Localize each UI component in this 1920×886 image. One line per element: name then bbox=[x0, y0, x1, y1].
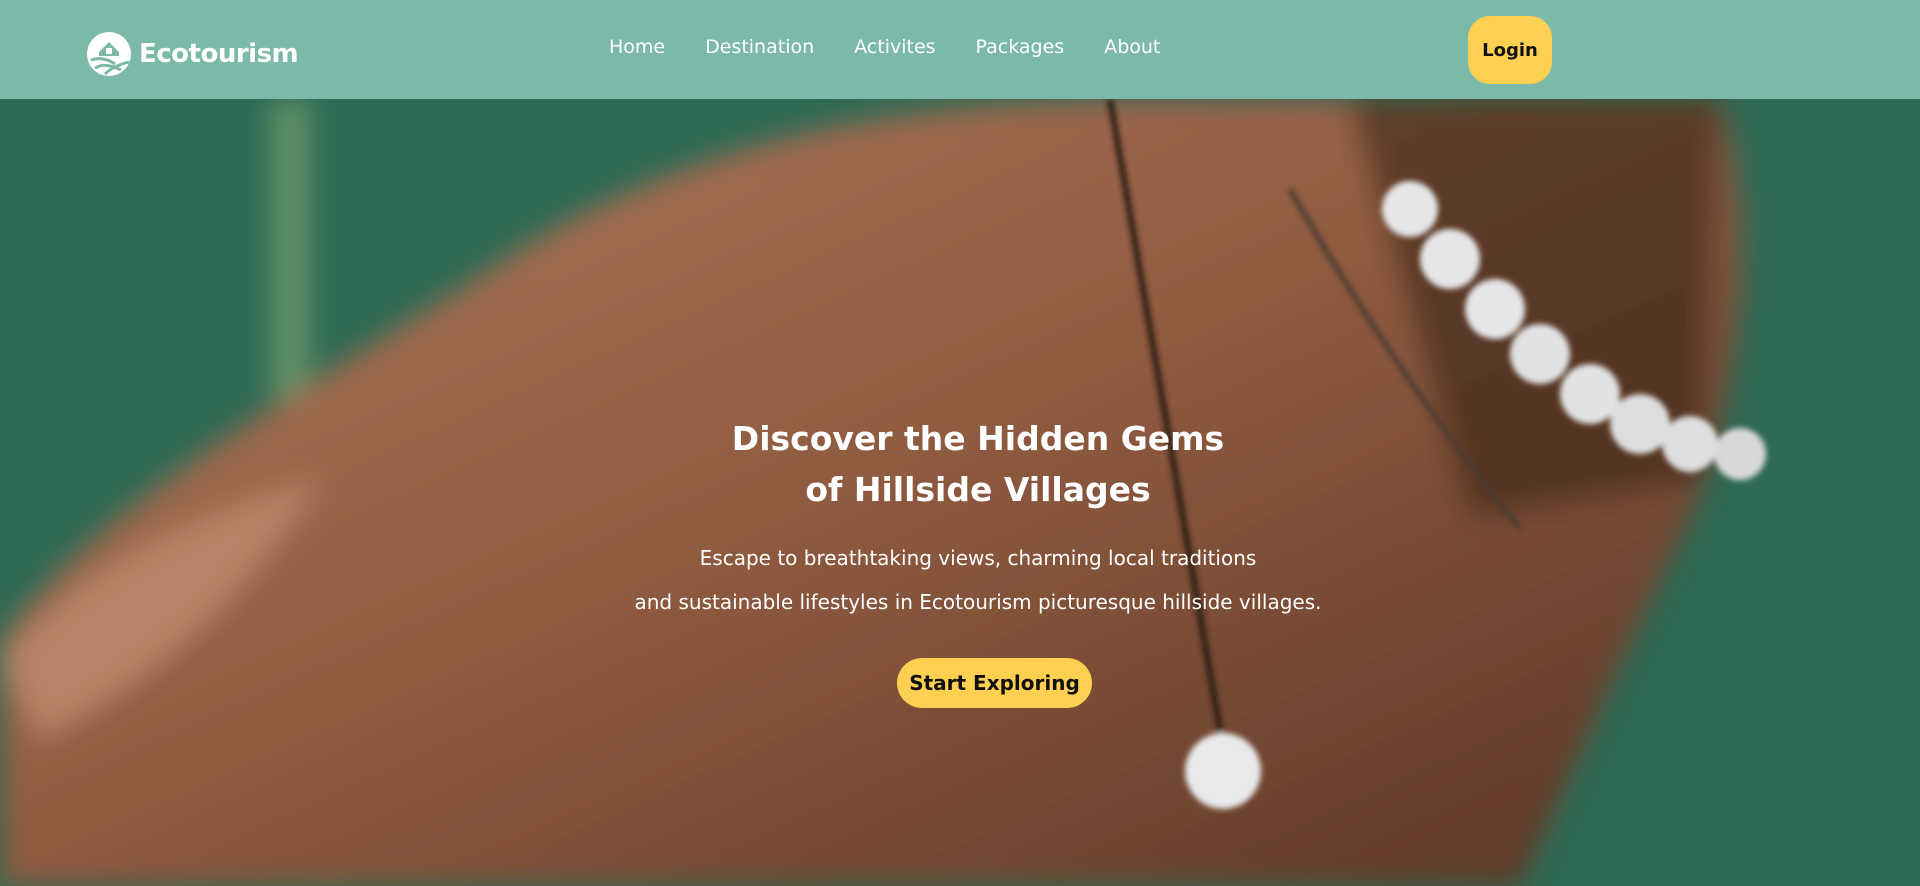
start-exploring-button[interactable]: Start Exploring bbox=[897, 658, 1092, 708]
hero-content: Discover the Hidden Gems of Hillside Vil… bbox=[0, 99, 1920, 886]
hero-title-line-2: of Hillside Villages bbox=[805, 470, 1151, 509]
brand-logo[interactable]: Ecotourism bbox=[85, 30, 299, 78]
hero-subtitle-line-1: Escape to breathtaking views, charming l… bbox=[699, 546, 1257, 570]
nav-activities[interactable]: Activites bbox=[854, 36, 935, 58]
nav-about[interactable]: About bbox=[1104, 36, 1160, 58]
hero-section: Discover the Hidden Gems of Hillside Vil… bbox=[0, 99, 1920, 886]
hero-subtitle: Escape to breathtaking views, charming l… bbox=[460, 536, 1496, 624]
top-navbar: Ecotourism Home Destination Activites Pa… bbox=[0, 0, 1920, 99]
farmhouse-leaf-icon bbox=[87, 32, 131, 76]
brand-name: Ecotourism bbox=[139, 39, 299, 69]
nav-home[interactable]: Home bbox=[609, 36, 665, 58]
hero-subtitle-line-2: and sustainable lifestyles in Ecotourism… bbox=[634, 590, 1322, 614]
nav-destination[interactable]: Destination bbox=[705, 36, 814, 58]
hero-title: Discover the Hidden Gems of Hillside Vil… bbox=[560, 413, 1396, 515]
hero-title-line-1: Discover the Hidden Gems bbox=[731, 419, 1225, 458]
main-nav: Home Destination Activites Packages Abou… bbox=[609, 36, 1160, 58]
nav-packages[interactable]: Packages bbox=[976, 36, 1065, 58]
login-button[interactable]: Login bbox=[1468, 16, 1552, 84]
